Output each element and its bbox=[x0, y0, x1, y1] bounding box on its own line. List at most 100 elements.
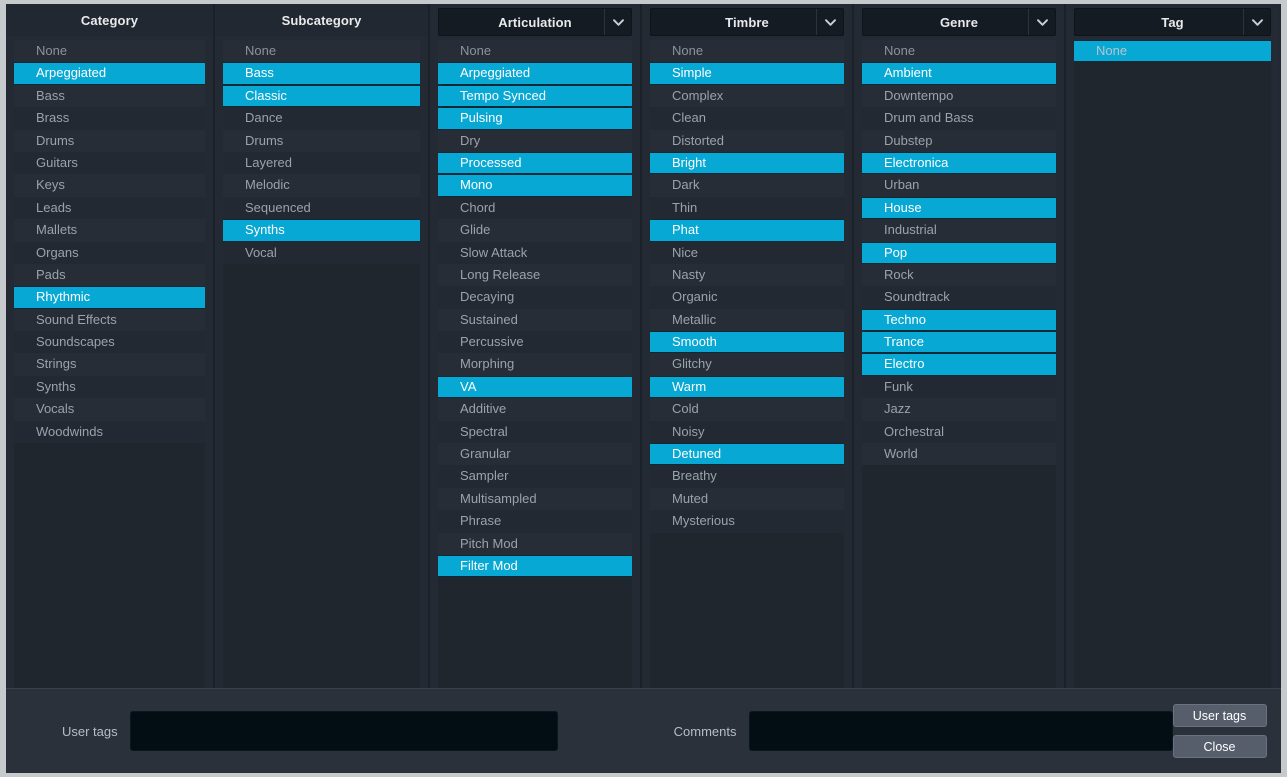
list-articulation[interactable]: NoneArpeggiatedTempo SyncedPulsingDryPro… bbox=[438, 40, 632, 688]
list-genre[interactable]: NoneAmbientDowntempoDrum and BassDubstep… bbox=[862, 40, 1056, 688]
list-item[interactable]: None bbox=[14, 40, 205, 62]
list-item[interactable]: Simple bbox=[650, 62, 844, 84]
list-item[interactable]: Phrase bbox=[438, 510, 632, 532]
list-item[interactable]: Breathy bbox=[650, 465, 844, 487]
list-item[interactable]: Multisampled bbox=[438, 488, 632, 510]
list-item[interactable]: Sound Effects bbox=[14, 309, 205, 331]
list-item[interactable]: Smooth bbox=[650, 331, 844, 353]
list-item[interactable]: Organic bbox=[650, 286, 844, 308]
list-item[interactable]: Layered bbox=[223, 152, 420, 174]
list-item[interactable]: None bbox=[438, 40, 632, 62]
list-item[interactable]: Guitars bbox=[14, 152, 205, 174]
list-item[interactable]: Rock bbox=[862, 264, 1056, 286]
list-item[interactable]: Vocals bbox=[14, 398, 205, 420]
list-item[interactable]: Brass bbox=[14, 107, 205, 129]
list-item[interactable]: Melodic bbox=[223, 174, 420, 196]
list-item[interactable]: Morphing bbox=[438, 353, 632, 375]
list-item[interactable]: None bbox=[1074, 40, 1271, 62]
column-dropdown-toggle[interactable] bbox=[604, 9, 631, 35]
list-item[interactable]: Trance bbox=[862, 331, 1056, 353]
column-header-timbre[interactable]: Timbre bbox=[650, 8, 844, 36]
list-item[interactable]: Bright bbox=[650, 152, 844, 174]
list-item[interactable]: Sequenced bbox=[223, 197, 420, 219]
list-item[interactable]: Classic bbox=[223, 85, 420, 107]
list-item[interactable]: Electro bbox=[862, 353, 1056, 375]
list-item[interactable]: Organs bbox=[14, 242, 205, 264]
list-item[interactable]: Leads bbox=[14, 197, 205, 219]
list-item[interactable]: Jazz bbox=[862, 398, 1056, 420]
list-item[interactable]: Pulsing bbox=[438, 107, 632, 129]
list-item[interactable]: Ambient bbox=[862, 62, 1056, 84]
list-item[interactable]: House bbox=[862, 197, 1056, 219]
list-item[interactable]: Pads bbox=[14, 264, 205, 286]
list-item[interactable]: Bass bbox=[14, 85, 205, 107]
list-item[interactable]: Tempo Synced bbox=[438, 85, 632, 107]
list-item[interactable]: Dubstep bbox=[862, 130, 1056, 152]
list-item[interactable]: Detuned bbox=[650, 443, 844, 465]
list-item[interactable]: Metallic bbox=[650, 309, 844, 331]
list-item[interactable]: Nasty bbox=[650, 264, 844, 286]
list-item[interactable]: Distorted bbox=[650, 130, 844, 152]
column-dropdown-toggle[interactable] bbox=[1028, 9, 1055, 35]
list-item[interactable]: Additive bbox=[438, 398, 632, 420]
list-item[interactable]: None bbox=[862, 40, 1056, 62]
list-item[interactable]: Drums bbox=[14, 130, 205, 152]
close-button[interactable]: Close bbox=[1173, 735, 1267, 758]
list-item[interactable]: Pop bbox=[862, 242, 1056, 264]
list-item[interactable]: Pitch Mod bbox=[438, 533, 632, 555]
list-item[interactable]: Percussive bbox=[438, 331, 632, 353]
list-item[interactable]: Processed bbox=[438, 152, 632, 174]
list-item[interactable]: Arpeggiated bbox=[438, 62, 632, 84]
user-tags-button[interactable]: User tags bbox=[1173, 704, 1267, 727]
list-item[interactable]: Strings bbox=[14, 353, 205, 375]
list-item[interactable]: Mysterious bbox=[650, 510, 844, 532]
list-item[interactable]: Chord bbox=[438, 197, 632, 219]
list-item[interactable]: None bbox=[223, 40, 420, 62]
list-item[interactable]: Granular bbox=[438, 443, 632, 465]
list-item[interactable]: Keys bbox=[14, 174, 205, 196]
list-item[interactable]: Noisy bbox=[650, 421, 844, 443]
list-item[interactable]: Clean bbox=[650, 107, 844, 129]
list-item[interactable]: Urban bbox=[862, 174, 1056, 196]
list-item[interactable]: Techno bbox=[862, 309, 1056, 331]
list-item[interactable]: Soundscapes bbox=[14, 331, 205, 353]
list-item[interactable]: Mono bbox=[438, 174, 632, 196]
list-item[interactable]: Dance bbox=[223, 107, 420, 129]
list-item[interactable]: Synths bbox=[14, 376, 205, 398]
list-item[interactable]: Drums bbox=[223, 130, 420, 152]
list-category[interactable]: NoneArpeggiatedBassBrassDrumsGuitarsKeys… bbox=[14, 40, 205, 688]
list-item[interactable]: None bbox=[650, 40, 844, 62]
list-item[interactable]: Arpeggiated bbox=[14, 62, 205, 84]
list-item[interactable]: Synths bbox=[223, 219, 420, 241]
list-item[interactable]: Industrial bbox=[862, 219, 1056, 241]
list-item[interactable]: Glitchy bbox=[650, 353, 844, 375]
list-item[interactable]: Sampler bbox=[438, 465, 632, 487]
list-item[interactable]: Soundtrack bbox=[862, 286, 1056, 308]
list-item[interactable]: Glide bbox=[438, 219, 632, 241]
column-header-articulation[interactable]: Articulation bbox=[438, 8, 632, 36]
list-item[interactable]: Downtempo bbox=[862, 85, 1056, 107]
list-item[interactable]: Cold bbox=[650, 398, 844, 420]
list-item[interactable]: Funk bbox=[862, 376, 1056, 398]
user-tags-input[interactable] bbox=[130, 711, 558, 751]
list-item[interactable]: Warm bbox=[650, 376, 844, 398]
list-item[interactable]: World bbox=[862, 443, 1056, 465]
list-item[interactable]: Dark bbox=[650, 174, 844, 196]
list-item[interactable]: Woodwinds bbox=[14, 421, 205, 443]
list-item[interactable]: Spectral bbox=[438, 421, 632, 443]
list-item[interactable]: Electronica bbox=[862, 152, 1056, 174]
list-item[interactable]: Rhythmic bbox=[14, 286, 205, 308]
list-item[interactable]: VA bbox=[438, 376, 632, 398]
list-item[interactable]: Thin bbox=[650, 197, 844, 219]
list-item[interactable]: Orchestral bbox=[862, 421, 1056, 443]
list-item[interactable]: Slow Attack bbox=[438, 242, 632, 264]
list-item[interactable]: Bass bbox=[223, 62, 420, 84]
list-item[interactable]: Complex bbox=[650, 85, 844, 107]
list-item[interactable]: Dry bbox=[438, 130, 632, 152]
list-item[interactable]: Mallets bbox=[14, 219, 205, 241]
list-item[interactable]: Nice bbox=[650, 242, 844, 264]
list-item[interactable]: Drum and Bass bbox=[862, 107, 1056, 129]
column-header-tag[interactable]: Tag bbox=[1074, 8, 1271, 36]
list-item[interactable]: Decaying bbox=[438, 286, 632, 308]
list-subcategory[interactable]: NoneBassClassicDanceDrumsLayeredMelodicS… bbox=[223, 40, 420, 688]
